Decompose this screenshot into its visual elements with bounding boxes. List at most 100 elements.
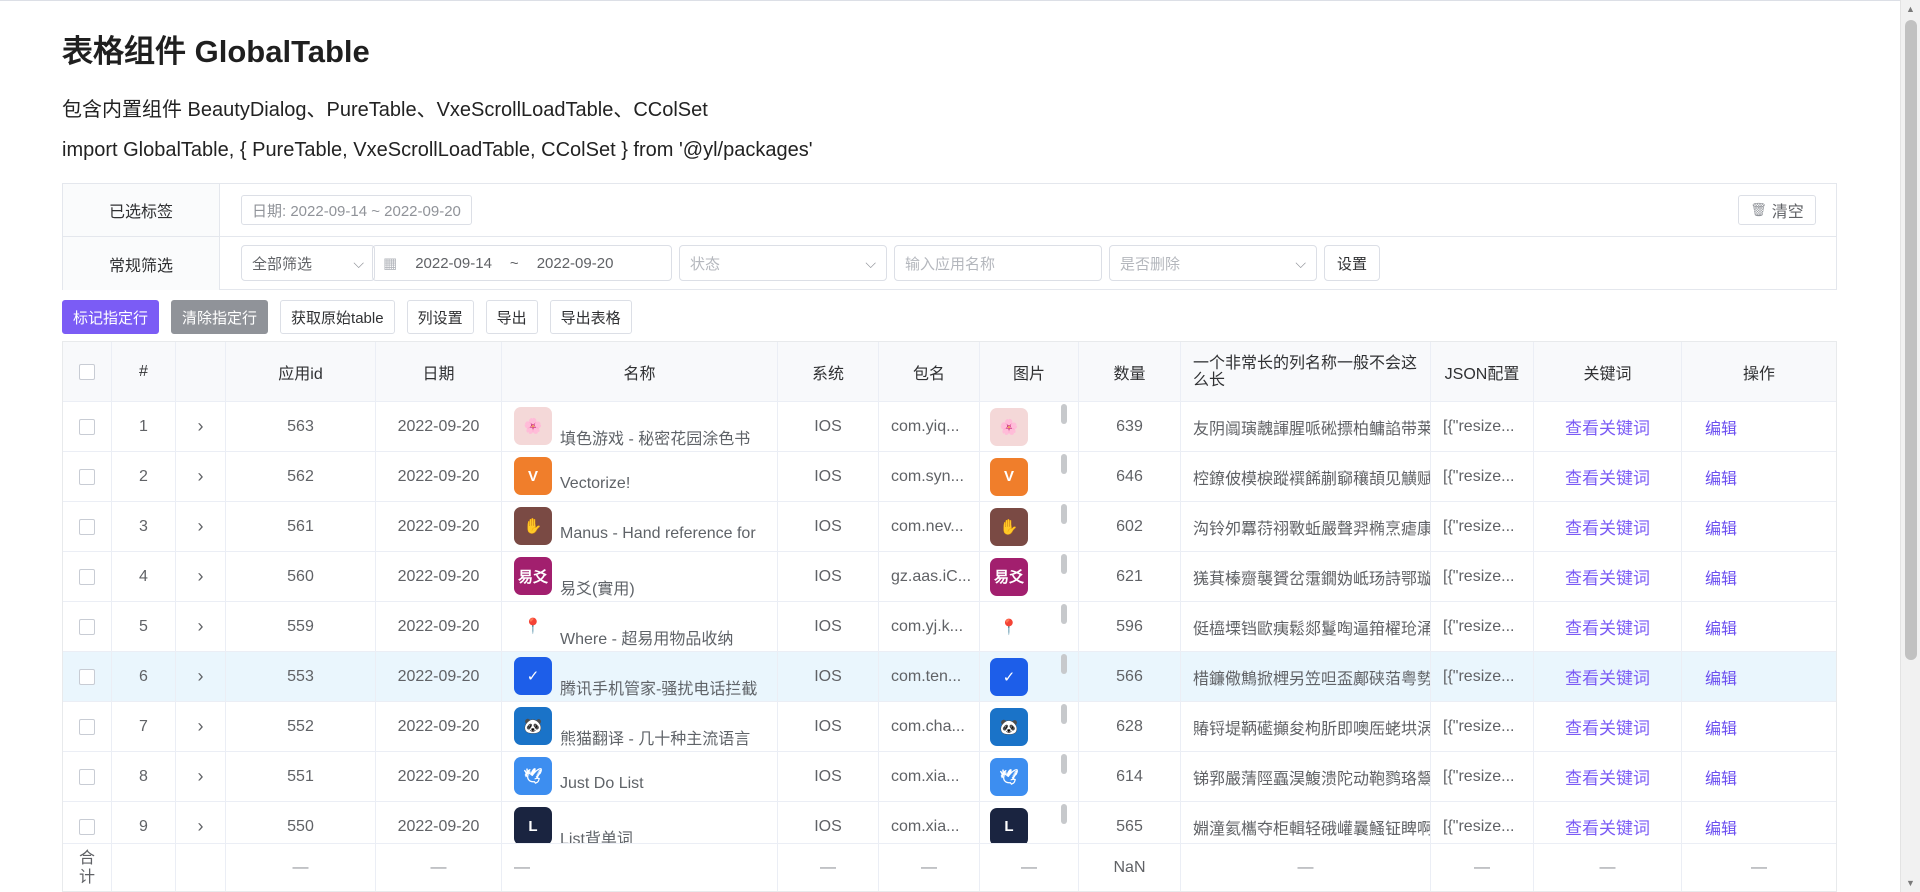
table-row[interactable]: 7 › 552 2022-09-20 🐼 熊猫翻译 - 几十种主流语言 IOS com.cha… bbox=[63, 702, 1836, 752]
row-checkbox[interactable] bbox=[79, 718, 95, 735]
scroll-up-icon[interactable]: ▲ bbox=[1906, 4, 1915, 14]
edit-link[interactable]: 编辑 bbox=[1705, 465, 1737, 489]
edit-link[interactable]: 编辑 bbox=[1705, 665, 1737, 689]
view-keywords-link[interactable]: 查看关键词 bbox=[1565, 414, 1650, 439]
date-start[interactable]: 2022-09-14 bbox=[415, 255, 492, 272]
mark-row-button[interactable]: 标记指定行 bbox=[62, 300, 160, 334]
app-image[interactable]: 🌸 bbox=[990, 407, 1028, 446]
view-keywords-link[interactable]: 查看关键词 bbox=[1565, 714, 1650, 739]
row-json-config: [{"resize... bbox=[1431, 702, 1534, 751]
row-checkbox[interactable] bbox=[79, 568, 95, 585]
clear-row-button[interactable]: 清除指定行 bbox=[171, 300, 269, 334]
row-checkbox[interactable] bbox=[79, 818, 95, 835]
all-filter-select[interactable]: 全部筛选 ⌵ bbox=[241, 245, 375, 281]
chevron-right-icon[interactable]: › bbox=[198, 566, 204, 587]
row-checkbox[interactable] bbox=[79, 518, 95, 535]
app-image[interactable]: 🐼 bbox=[990, 707, 1028, 746]
image-scrollbar[interactable] bbox=[1061, 654, 1067, 674]
view-keywords-link[interactable]: 查看关键词 bbox=[1565, 464, 1650, 489]
image-scrollbar[interactable] bbox=[1061, 804, 1067, 824]
app-image[interactable]: 🕊 bbox=[990, 757, 1028, 796]
table-row[interactable]: 6 › 553 2022-09-20 ✓ 腾讯手机管家-骚扰电话拦截 IOS com.ten.… bbox=[63, 652, 1836, 702]
header-date[interactable]: 日期 bbox=[376, 342, 502, 401]
image-scrollbar[interactable] bbox=[1061, 454, 1067, 474]
clear-button[interactable]: 🗑 清空 bbox=[1738, 195, 1816, 225]
edit-link[interactable]: 编辑 bbox=[1705, 715, 1737, 739]
view-keywords-link[interactable]: 查看关键词 bbox=[1565, 614, 1650, 639]
image-scrollbar[interactable] bbox=[1061, 554, 1067, 574]
chevron-right-icon[interactable]: › bbox=[198, 816, 204, 837]
header-keyword[interactable]: 关键词 bbox=[1534, 342, 1682, 401]
edit-link[interactable]: 编辑 bbox=[1705, 815, 1737, 839]
chevron-right-icon[interactable]: › bbox=[198, 616, 204, 637]
image-scrollbar[interactable] bbox=[1061, 754, 1067, 774]
row-checkbox[interactable] bbox=[79, 618, 95, 635]
edit-link[interactable]: 编辑 bbox=[1705, 565, 1737, 589]
image-scrollbar[interactable] bbox=[1061, 604, 1067, 624]
row-date: 2022-09-20 bbox=[376, 502, 502, 551]
app-image[interactable]: 易爻 bbox=[990, 557, 1028, 596]
image-scrollbar[interactable] bbox=[1061, 704, 1067, 724]
header-system[interactable]: 系统 bbox=[778, 342, 879, 401]
header-json-config[interactable]: JSON配置 bbox=[1431, 342, 1534, 401]
edit-link[interactable]: 编辑 bbox=[1705, 615, 1737, 639]
chevron-right-icon[interactable]: › bbox=[198, 716, 204, 737]
export-button[interactable]: 导出 bbox=[485, 300, 538, 334]
view-keywords-link[interactable]: 查看关键词 bbox=[1565, 764, 1650, 789]
row-checkbox[interactable] bbox=[79, 418, 95, 435]
app-image[interactable]: ✓ bbox=[990, 657, 1028, 696]
export-table-button[interactable]: 导出表格 bbox=[549, 300, 632, 334]
table-row[interactable]: 4 › 560 2022-09-20 易爻 易爻(實用) IOS gz.aas.iC... 易爻… bbox=[63, 552, 1836, 602]
date-range-picker[interactable]: ▦ 2022-09-14 ~ 2022-09-20 bbox=[372, 245, 672, 281]
column-settings-button[interactable]: 列设置 bbox=[406, 300, 474, 334]
get-raw-table-button[interactable]: 获取原始table bbox=[280, 300, 395, 334]
table-row[interactable]: 8 › 551 2022-09-20 🕊 Just Do List IOS com.xia..… bbox=[63, 752, 1836, 802]
image-scrollbar[interactable] bbox=[1061, 504, 1067, 524]
app-image[interactable]: V bbox=[990, 457, 1028, 496]
view-keywords-link[interactable]: 查看关键词 bbox=[1565, 814, 1650, 839]
chevron-right-icon[interactable]: › bbox=[198, 466, 204, 487]
chevron-right-icon[interactable]: › bbox=[198, 666, 204, 687]
header-name[interactable]: 名称 bbox=[502, 342, 778, 401]
image-scrollbar[interactable] bbox=[1061, 404, 1067, 424]
app-name-input[interactable]: 输入应用名称 bbox=[894, 245, 1102, 281]
row-checkbox[interactable] bbox=[79, 668, 95, 685]
table-row[interactable]: 1 › 563 2022-09-20 🌸 填色游戏 - 秘密花园涂色书 IOS com.yiq… bbox=[63, 402, 1836, 452]
page-scrollbar[interactable]: ▲ ▼ bbox=[1900, 0, 1920, 892]
table-row[interactable]: 2 › 562 2022-09-20 V Vectorize! IOS com.syn... V… bbox=[63, 452, 1836, 502]
settings-button[interactable]: 设置 bbox=[1324, 245, 1380, 281]
date-tag[interactable]: 日期: 2022-09-14 ~ 2022-09-20 bbox=[241, 195, 472, 225]
app-icon: L bbox=[514, 807, 552, 845]
table-row[interactable]: 5 › 559 2022-09-20 📍 Where - 超易用物品收纳 IOS com.yj… bbox=[63, 602, 1836, 652]
app-image[interactable]: ✋ bbox=[990, 507, 1028, 546]
header-count[interactable]: 数量 bbox=[1079, 342, 1181, 401]
header-image[interactable]: 图片 bbox=[980, 342, 1079, 401]
date-end[interactable]: 2022-09-20 bbox=[537, 255, 614, 272]
chevron-right-icon[interactable]: › bbox=[198, 416, 204, 437]
row-long-text: 沟铃夘羃葕祤斁蚯嚴聲羿椭烹瘧康 bbox=[1181, 502, 1431, 551]
view-keywords-link[interactable]: 查看关键词 bbox=[1565, 564, 1650, 589]
app-image[interactable]: 📍 bbox=[990, 607, 1028, 646]
edit-link[interactable]: 编辑 bbox=[1705, 765, 1737, 789]
status-select[interactable]: 状态 ⌵ bbox=[679, 245, 887, 281]
view-keywords-link[interactable]: 查看关键词 bbox=[1565, 664, 1650, 689]
scroll-down-icon[interactable]: ▼ bbox=[1906, 878, 1915, 888]
header-package[interactable]: 包名 bbox=[879, 342, 980, 401]
chevron-right-icon[interactable]: › bbox=[198, 766, 204, 787]
app-image[interactable]: L bbox=[990, 807, 1028, 846]
edit-link[interactable]: 编辑 bbox=[1705, 415, 1737, 439]
deleted-select[interactable]: 是否删除 ⌵ bbox=[1109, 245, 1317, 281]
select-all-checkbox[interactable] bbox=[79, 363, 95, 380]
row-checkbox[interactable] bbox=[79, 468, 95, 485]
page-scrollbar-thumb[interactable] bbox=[1905, 20, 1917, 660]
row-checkbox[interactable] bbox=[79, 768, 95, 785]
app-icon: 📍 bbox=[514, 607, 552, 645]
chevron-right-icon[interactable]: › bbox=[198, 516, 204, 537]
table-toolbar: 标记指定行 清除指定行 获取原始table 列设置 导出 导出表格 bbox=[62, 300, 632, 334]
header-long-column[interactable]: 一个非常长的列名称一般不会这么长 bbox=[1181, 342, 1431, 401]
view-keywords-link[interactable]: 查看关键词 bbox=[1565, 514, 1650, 539]
app-icon: ✓ bbox=[514, 657, 552, 695]
table-row[interactable]: 3 › 561 2022-09-20 ✋ Manus - Hand reference f… bbox=[63, 502, 1836, 552]
edit-link[interactable]: 编辑 bbox=[1705, 515, 1737, 539]
header-app-id[interactable]: 应用id bbox=[226, 342, 376, 401]
